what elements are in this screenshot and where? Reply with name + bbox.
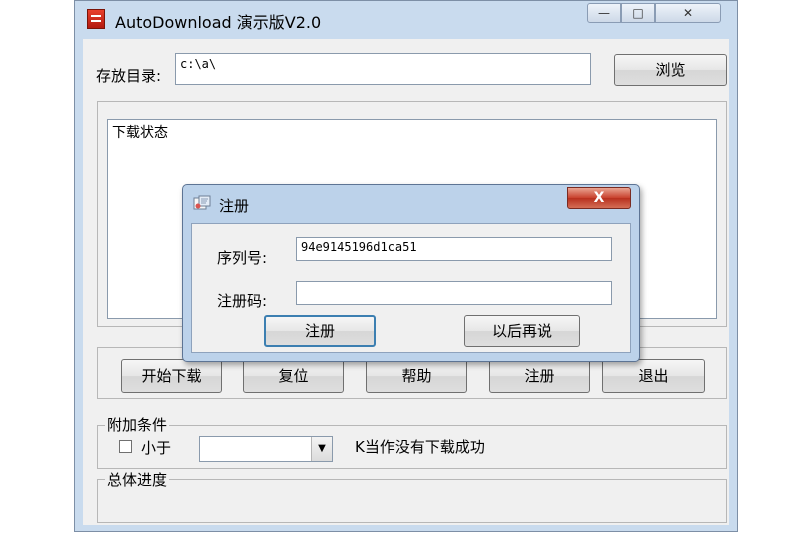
- chevron-down-icon[interactable]: ▼: [311, 437, 332, 461]
- help-button[interactable]: 帮助: [366, 359, 467, 393]
- status-log-text: 下载状态: [112, 125, 168, 141]
- storage-dir-label: 存放目录:: [96, 67, 162, 85]
- less-than-label: 小于: [141, 439, 172, 457]
- exit-button[interactable]: 退出: [602, 359, 705, 393]
- dialog-register-button[interactable]: 注册: [264, 315, 376, 347]
- serial-field[interactable]: 94e9145196d1ca51: [296, 237, 612, 261]
- conditions-group-title: 附加条件: [105, 414, 170, 435]
- register-dialog-title: 注册: [219, 197, 250, 215]
- reset-button[interactable]: 复位: [243, 359, 344, 393]
- serial-label: 序列号:: [217, 249, 268, 267]
- minimize-button[interactable]: —: [587, 3, 621, 23]
- start-download-button[interactable]: 开始下载: [121, 359, 222, 393]
- later-button[interactable]: 以后再说: [464, 315, 580, 347]
- window-title: AutoDownload 演示版V2.0: [115, 13, 322, 32]
- close-button[interactable]: ✕: [655, 3, 721, 23]
- size-select[interactable]: ▼: [199, 436, 333, 462]
- register-dialog-icon: [193, 195, 211, 210]
- register-dialog: 注册 X 序列号: 94e9145196d1ca51 注册码: 注册 以后再说: [182, 184, 640, 362]
- condition-suffix-text: K当作没有下载成功: [355, 438, 485, 456]
- progress-group: [97, 479, 727, 523]
- register-code-field[interactable]: [296, 281, 612, 305]
- register-button[interactable]: 注册: [489, 359, 590, 393]
- browse-button[interactable]: 浏览: [614, 54, 727, 86]
- app-icon: [87, 9, 105, 29]
- progress-group-title: 总体进度: [105, 469, 170, 490]
- maximize-button[interactable]: □: [621, 3, 655, 23]
- storage-dir-input[interactable]: c:\a\: [175, 53, 591, 85]
- register-code-label: 注册码:: [217, 292, 268, 310]
- register-dialog-close-button[interactable]: X: [567, 187, 631, 209]
- title-bar[interactable]: AutoDownload 演示版V2.0 — □ ✕: [75, 1, 737, 37]
- register-dialog-body: 序列号: 94e9145196d1ca51 注册码: 注册 以后再说: [191, 223, 631, 353]
- less-than-checkbox[interactable]: [119, 440, 132, 453]
